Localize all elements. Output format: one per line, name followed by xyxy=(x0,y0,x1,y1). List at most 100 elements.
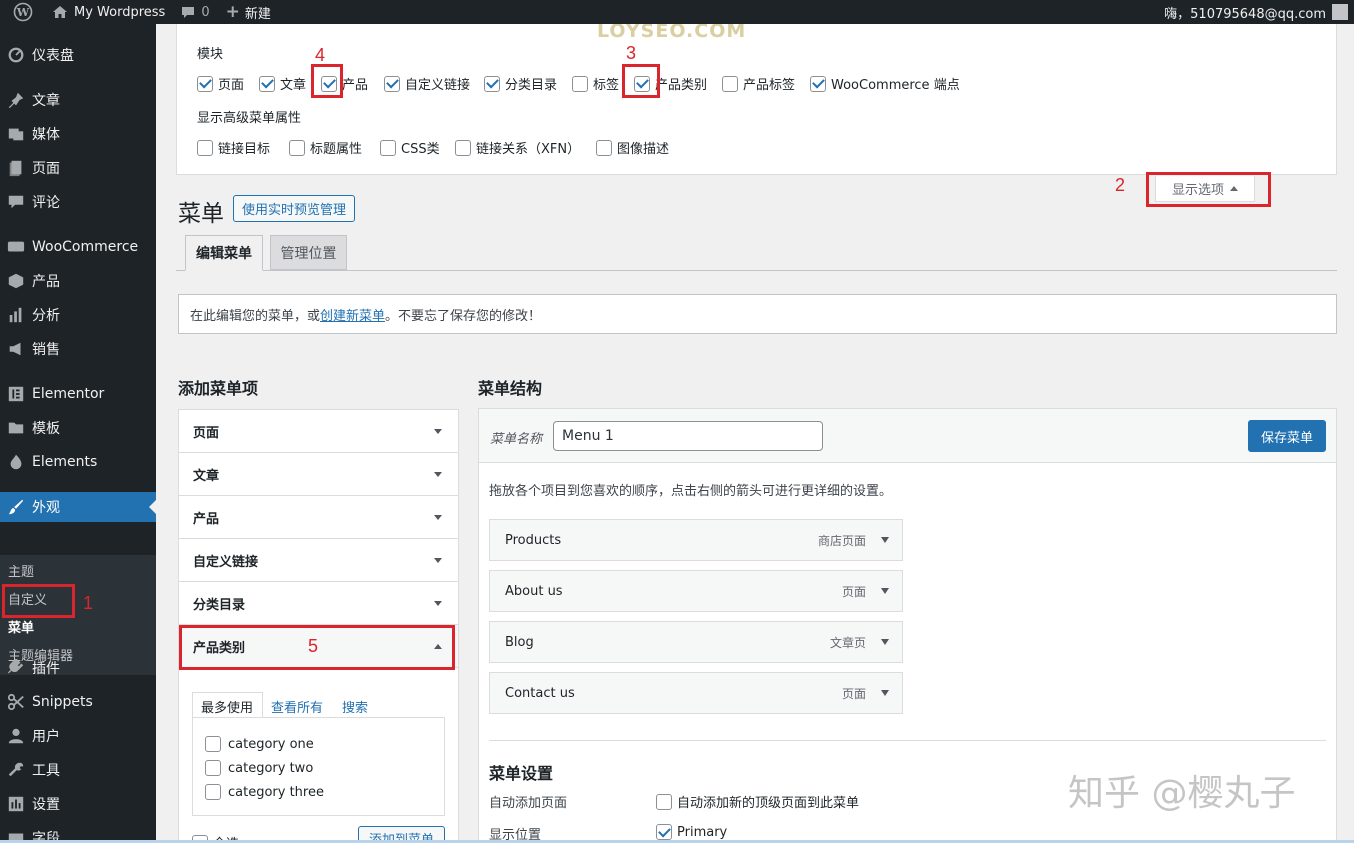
menu-item-1[interactable]: About us 页面 xyxy=(489,570,903,612)
admin-bar: W My Wordpress 0 + 新建 嗨，510795648@qq.com xyxy=(0,0,1354,24)
module-checkbox-7[interactable]: 产品标签 xyxy=(722,74,795,93)
caret-down-icon[interactable] xyxy=(881,588,889,594)
accordion-section-2[interactable]: 产品 xyxy=(179,496,458,539)
tab-view-all[interactable]: 查看所有 xyxy=(271,697,323,716)
sidebar-item-8[interactable]: 销售 xyxy=(0,334,156,364)
sidebar-item-12[interactable]: 外观 xyxy=(0,492,156,522)
site-name-link[interactable]: My Wordpress xyxy=(44,0,173,24)
module-checkbox-label: 产品标签 xyxy=(743,78,796,93)
save-menu-button[interactable]: 保存菜单 xyxy=(1248,420,1326,452)
advanced-checkbox-4[interactable]: 图像描述 xyxy=(596,138,669,157)
sidebar-item-label: Snippets xyxy=(32,694,93,710)
sidebar-item-11[interactable]: Elements xyxy=(0,447,156,477)
caret-down-icon[interactable] xyxy=(881,639,889,645)
checkbox-box xyxy=(197,139,213,156)
sidebar-item-14[interactable]: Snippets xyxy=(0,687,156,717)
sidebar-item-label: 外观 xyxy=(32,500,60,516)
module-checkbox-8[interactable]: WooCommerce 端点 xyxy=(810,74,960,93)
primary-location-checkbox[interactable]: Primary xyxy=(656,824,727,840)
module-checkbox-4[interactable]: 分类目录 xyxy=(484,74,557,93)
caret-down-icon[interactable] xyxy=(881,537,889,543)
category-label: category three xyxy=(228,784,324,800)
comment-icon xyxy=(6,192,26,212)
sidebar-item-16[interactable]: 工具 xyxy=(0,755,156,785)
tab-most-used[interactable]: 最多使用 xyxy=(201,697,253,716)
category-checkbox-2[interactable]: category three xyxy=(205,784,324,800)
module-checkbox-label: 产品类别 xyxy=(655,78,708,93)
advanced-checkbox-2[interactable]: CSS类 xyxy=(380,138,440,157)
tab-manage-locations[interactable]: 管理位置 xyxy=(270,235,347,270)
tab-edit-menus[interactable]: 编辑菜单 xyxy=(185,235,263,271)
sidebar-item-2[interactable]: 媒体 xyxy=(0,119,156,149)
sidebar-item-15[interactable]: 用户 xyxy=(0,721,156,751)
advanced-checkbox-0[interactable]: 链接目标 xyxy=(197,138,270,157)
annotation-box-menus xyxy=(2,584,75,618)
checkbox-box xyxy=(810,75,826,92)
wordpress-logo-icon[interactable]: W xyxy=(0,0,44,24)
module-checkbox-label: 页面 xyxy=(218,78,245,93)
menu-item-type: 页面 xyxy=(841,686,866,701)
site-name-label: My Wordpress xyxy=(74,4,166,20)
sidebar-item-13[interactable]: 插件 xyxy=(0,653,156,683)
accordion-section-3[interactable]: 自定义链接 xyxy=(179,539,458,582)
sidebar-item-4[interactable]: 评论 xyxy=(0,187,156,217)
category-checkbox-1[interactable]: category two xyxy=(205,760,313,776)
advanced-checkbox-label: 图像描述 xyxy=(617,142,670,157)
sidebar-item-5[interactable]: WooCommerce xyxy=(0,232,156,262)
accordion-section-0[interactable]: 页面 xyxy=(179,410,458,453)
home-icon xyxy=(53,6,67,18)
menu-name-input[interactable] xyxy=(553,421,823,451)
comments-link[interactable]: 0 xyxy=(173,0,217,24)
menu-item-3[interactable]: Contact us 页面 xyxy=(489,672,903,714)
create-new-menu-link[interactable]: 创建新菜单 xyxy=(320,305,385,324)
accordion-section-1[interactable]: 文章 xyxy=(179,453,458,496)
menu-item-0[interactable]: Products 商店页面 xyxy=(489,519,903,561)
checkbox-box xyxy=(455,139,471,156)
sidebar-item-label: 用户 xyxy=(32,729,60,745)
sidebar-item-label: 产品 xyxy=(32,274,60,290)
menu-item-title: Blog xyxy=(505,634,534,650)
new-content-link[interactable]: + 新建 xyxy=(218,0,279,24)
checkbox-box xyxy=(596,139,612,156)
sidebar-item-label: 评论 xyxy=(32,195,60,211)
annotation-number: 2 xyxy=(1115,175,1126,195)
module-checkbox-0[interactable]: 页面 xyxy=(197,74,244,93)
caret-down-icon xyxy=(434,601,442,606)
media-icon xyxy=(6,124,26,144)
menu-item-2[interactable]: Blog 文章页 xyxy=(489,621,903,663)
tab-search[interactable]: 搜索 xyxy=(342,697,368,716)
live-preview-button[interactable]: 使用实时预览管理 xyxy=(233,195,355,222)
sidebar-item-6[interactable]: 产品 xyxy=(0,266,156,296)
sidebar-item-9[interactable]: Elementor xyxy=(0,379,156,409)
advanced-checkbox-3[interactable]: 链接关系（XFN） xyxy=(455,138,580,157)
auto-add-pages-checkbox[interactable]: 自动添加新的顶级页面到此菜单 xyxy=(656,792,859,811)
submenu-item-menus[interactable]: 菜单 xyxy=(8,617,34,636)
my-account-link[interactable]: 嗨，510795648@qq.com xyxy=(1164,3,1354,22)
accordion-section-4[interactable]: 分类目录 xyxy=(179,582,458,625)
checkbox-box xyxy=(656,793,672,810)
category-checkbox-0[interactable]: category one xyxy=(205,736,314,752)
sidebar-item-10[interactable]: 模板 xyxy=(0,413,156,443)
sidebar-item-label: 设置 xyxy=(32,797,60,813)
submenu-item-themes[interactable]: 主题 xyxy=(8,561,34,580)
module-checkbox-1[interactable]: 文章 xyxy=(259,74,306,93)
drag-instructions: 拖放各个项目到您喜欢的顺序，点击右侧的箭头可进行更详细的设置。 xyxy=(489,484,893,499)
checkbox-box xyxy=(572,75,588,92)
module-checkbox-3[interactable]: 自定义链接 xyxy=(384,74,470,93)
module-checkbox-5[interactable]: 标签 xyxy=(572,74,619,93)
caret-down-icon[interactable] xyxy=(881,690,889,696)
checkbox-box xyxy=(289,139,305,156)
flame-icon xyxy=(6,452,26,472)
sidebar-item-3[interactable]: 页面 xyxy=(0,153,156,183)
caret-down-icon xyxy=(434,429,442,434)
advanced-checkbox-1[interactable]: 标题属性 xyxy=(289,138,362,157)
sidebar-item-0[interactable]: 仪表盘 xyxy=(0,40,156,70)
sidebar-item-1[interactable]: 文章 xyxy=(0,85,156,115)
admin-sidebar: 主题 自定义 菜单 主题编辑器 仪表盘 文章 媒体 页面 评论 WooCommerce 产品… xyxy=(0,24,156,843)
sidebar-item-7[interactable]: 分析 xyxy=(0,300,156,330)
checkbox-box xyxy=(205,736,221,752)
accordion-section-title: 页面 xyxy=(193,425,220,441)
user-icon xyxy=(6,726,26,746)
folder-icon xyxy=(6,418,26,438)
sidebar-item-17[interactable]: 设置 xyxy=(0,789,156,819)
